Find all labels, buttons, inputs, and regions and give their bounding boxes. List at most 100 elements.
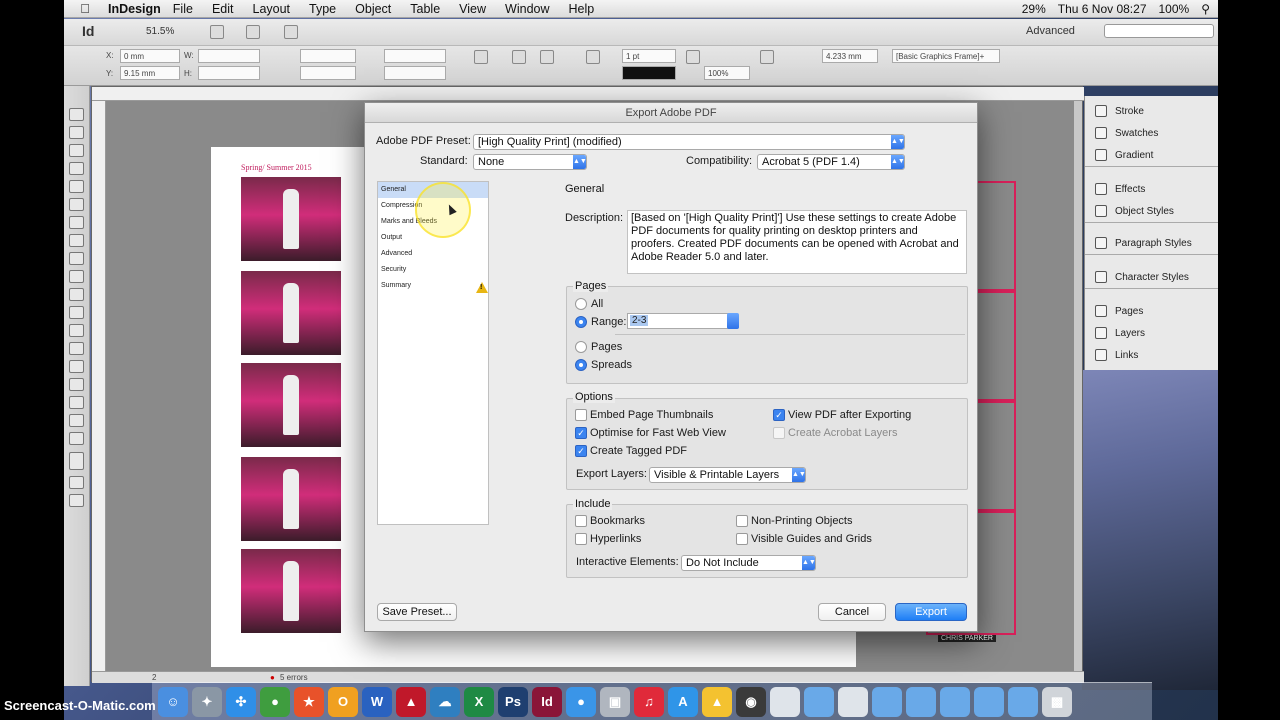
hyperlinks-checkbox[interactable] xyxy=(575,533,587,545)
type-tool-icon[interactable] xyxy=(69,198,84,211)
spreads-radio[interactable] xyxy=(575,359,587,371)
menu-help[interactable]: Help xyxy=(569,2,595,16)
preset-select[interactable]: [High Quality Print] (modified) ▲▼ xyxy=(473,134,905,150)
folder-icon[interactable] xyxy=(940,686,970,717)
safari-icon[interactable]: ✣ xyxy=(226,686,256,717)
clock[interactable]: Thu 6 Nov 08:27 xyxy=(1058,2,1147,16)
interactive-select[interactable]: Do Not Include ▲▼ xyxy=(681,555,816,571)
gap-tool-icon[interactable] xyxy=(69,162,84,175)
gradient-feather-tool-icon[interactable] xyxy=(69,360,84,373)
battery-status[interactable]: 29% xyxy=(1022,2,1046,16)
folder-icon[interactable] xyxy=(1008,686,1038,717)
screen-mode-icon[interactable] xyxy=(246,25,260,39)
sidebar-item-summary[interactable]: Summary xyxy=(378,278,488,294)
align-icon[interactable] xyxy=(760,50,774,64)
screencast-icon[interactable]: ◉ xyxy=(736,686,766,717)
opacity-field[interactable]: 100% xyxy=(704,66,750,80)
search-input[interactable] xyxy=(1104,24,1214,38)
vertical-scrollbar[interactable] xyxy=(1074,101,1082,671)
finder-icon[interactable]: ☺ xyxy=(158,686,188,717)
line-tool-icon[interactable] xyxy=(69,216,84,229)
fx-icon[interactable] xyxy=(686,50,700,64)
direct-selection-tool-icon[interactable] xyxy=(69,126,84,139)
save-preset-button[interactable]: Save Preset... xyxy=(377,603,457,621)
vertical-ruler[interactable] xyxy=(92,101,106,671)
ivy-icon[interactable]: ● xyxy=(260,686,290,717)
indesign-icon[interactable]: Id xyxy=(532,686,562,717)
gap-field[interactable]: 4.233 mm xyxy=(822,49,878,63)
appstore-icon[interactable]: A xyxy=(668,686,698,717)
eyedropper-tool-icon[interactable] xyxy=(69,396,84,409)
menu-view[interactable]: View xyxy=(459,2,486,16)
object-style-select[interactable]: [Basic Graphics Frame]+ xyxy=(892,49,1000,63)
panel-paragraph-styles[interactable]: Paragraph Styles xyxy=(1085,232,1218,254)
export-button[interactable]: Export xyxy=(895,603,967,621)
pages-radio[interactable] xyxy=(575,341,587,353)
sidebar-item-advanced[interactable]: Advanced xyxy=(378,246,488,262)
panel-object-styles[interactable]: Object Styles xyxy=(1085,200,1218,222)
content-collector-icon[interactable] xyxy=(69,180,84,193)
menu-type[interactable]: Type xyxy=(309,2,336,16)
range-input[interactable]: 2-3 xyxy=(627,313,729,329)
preflight-errors[interactable]: 5 errors xyxy=(280,673,308,682)
photo-2[interactable] xyxy=(241,271,341,355)
panel-layers[interactable]: Layers xyxy=(1085,322,1218,344)
select-container-icon[interactable] xyxy=(540,50,554,64)
page-tool-icon[interactable] xyxy=(69,144,84,157)
menu-edit[interactable]: Edit xyxy=(212,2,234,16)
formatting-icon[interactable] xyxy=(69,476,84,489)
panel-links[interactable]: Links xyxy=(1085,344,1218,366)
stroke-type-select[interactable] xyxy=(622,66,676,80)
cancel-button[interactable]: Cancel xyxy=(818,603,886,621)
scissors-tool-icon[interactable] xyxy=(69,306,84,319)
shear-field[interactable] xyxy=(384,66,446,80)
horizontal-ruler[interactable] xyxy=(92,87,1084,101)
folder-icon[interactable] xyxy=(872,686,902,717)
view-pdf-checkbox[interactable]: ✓ xyxy=(773,409,785,421)
folder-icon[interactable] xyxy=(906,686,936,717)
apple-icon[interactable]:  xyxy=(74,1,96,16)
warning-icon[interactable]: ! xyxy=(476,282,488,293)
app-icon[interactable]: ★ xyxy=(294,686,324,717)
spotlight-icon[interactable]: ⚲ xyxy=(1201,2,1210,16)
gradient-tool-icon[interactable] xyxy=(69,342,84,355)
folder-icon[interactable] xyxy=(974,686,1004,717)
stroke-weight-field[interactable]: 1 pt xyxy=(622,49,676,63)
file-icon[interactable]: ☁ xyxy=(430,686,460,717)
x-field[interactable]: 0 mm xyxy=(120,49,180,63)
hand-tool-icon[interactable] xyxy=(69,414,84,427)
photo-5[interactable] xyxy=(241,549,341,633)
non-printing-checkbox[interactable] xyxy=(736,515,748,527)
photo-3[interactable] xyxy=(241,363,341,447)
note-tool-icon[interactable] xyxy=(69,378,84,391)
photoshop-icon[interactable]: Ps xyxy=(498,686,528,717)
tagged-pdf-checkbox[interactable]: ✓ xyxy=(575,445,587,457)
panel-character-styles[interactable]: Character Styles xyxy=(1085,266,1218,288)
preview-icon[interactable]: ▣ xyxy=(600,686,630,717)
pencil-tool-icon[interactable] xyxy=(69,252,84,265)
panel-gradient[interactable]: Gradient xyxy=(1085,144,1218,166)
range-radio[interactable] xyxy=(575,316,587,328)
embed-thumbnails-checkbox[interactable] xyxy=(575,409,587,421)
app-menu[interactable]: InDesign xyxy=(108,2,161,16)
launchpad-icon[interactable]: ✦ xyxy=(192,686,222,717)
pen-tool-icon[interactable] xyxy=(69,234,84,247)
rotate-field[interactable] xyxy=(384,49,446,63)
all-radio[interactable] xyxy=(575,298,587,310)
selection-tool-icon[interactable] xyxy=(69,108,84,121)
photo-4[interactable] xyxy=(241,457,341,541)
bookmarks-checkbox[interactable] xyxy=(575,515,587,527)
app2-icon[interactable]: ▲ xyxy=(396,686,426,717)
acrobat-layers-checkbox[interactable] xyxy=(773,427,785,439)
arrange-documents-icon[interactable] xyxy=(284,25,298,39)
menu-layout[interactable]: Layout xyxy=(253,2,291,16)
workspace-switcher[interactable]: Advanced xyxy=(1026,25,1075,37)
page-indicator[interactable]: 2 xyxy=(152,673,156,682)
rectangle-frame-tool-icon[interactable] xyxy=(69,270,84,283)
w-field[interactable] xyxy=(198,49,260,63)
export-layers-select[interactable]: Visible & Printable Layers ▲▼ xyxy=(649,467,806,483)
menu-window[interactable]: Window xyxy=(505,2,549,16)
text-wrap-icon[interactable] xyxy=(512,50,526,64)
document-icon[interactable] xyxy=(838,686,868,717)
view-options-icon[interactable] xyxy=(210,25,224,39)
